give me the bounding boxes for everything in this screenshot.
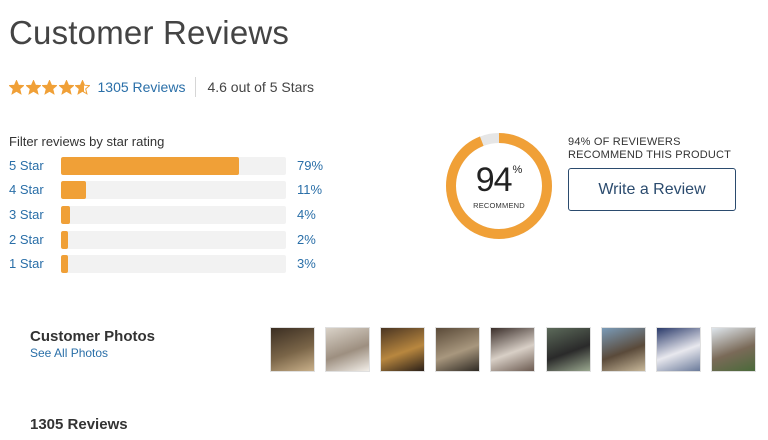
star-filter-percent[interactable]: 79% [297, 158, 323, 173]
star-filter-percent[interactable]: 11% [297, 182, 322, 197]
customer-photos-title: Customer Photos [30, 328, 156, 345]
customer-photo-thumbnail[interactable] [435, 327, 480, 372]
rating-bar-fill [61, 255, 68, 273]
summary-divider [195, 77, 197, 97]
reviews-count-heading: 1305 Reviews [30, 416, 128, 433]
star-filter-row-5[interactable]: 5 Star 79% [9, 157, 339, 175]
star-filter-percent[interactable]: 2% [297, 232, 316, 247]
recommend-text-line-1: 94% OF REVIEWERS [568, 136, 681, 148]
rating-bar-track[interactable] [61, 231, 286, 249]
see-all-photos-link[interactable]: See All Photos [30, 346, 108, 360]
star-icon [75, 79, 90, 95]
customer-photo-thumbnail[interactable] [711, 327, 756, 372]
rating-bar-track[interactable] [61, 206, 286, 224]
recommend-percent: 94% [444, 161, 554, 200]
rating-bar-track[interactable] [61, 181, 286, 199]
star-icon [42, 79, 57, 95]
star-icon [9, 79, 24, 95]
recommend-value: 94 [475, 161, 513, 199]
star-filter-row-4[interactable]: 4 Star 11% [9, 181, 339, 199]
recommend-text: 94% OF REVIEWERS RECOMMEND THIS PRODUCT [568, 136, 748, 162]
rating-bar-track[interactable] [61, 255, 286, 273]
star-filter-row-1[interactable]: 1 Star 3% [9, 255, 339, 273]
star-icon [25, 79, 41, 95]
customer-photo-thumbnail[interactable] [380, 327, 425, 372]
rating-bar-fill [61, 181, 86, 199]
star-filter-label[interactable]: 3 Star [9, 207, 44, 222]
page-title: Customer Reviews [9, 14, 290, 51]
recommend-percent-sign: % [512, 164, 523, 176]
review-count-link[interactable]: 1305 Reviews [98, 79, 186, 95]
rating-bar-fill [61, 206, 70, 224]
customer-photo-thumbnail[interactable] [490, 327, 535, 372]
write-review-button[interactable]: Write a Review [568, 168, 736, 211]
rating-summary: 1305 Reviews 4.6 out of 5 Stars [9, 77, 314, 97]
filter-title: Filter reviews by star rating [9, 134, 165, 149]
customer-photo-thumbnail[interactable] [546, 327, 591, 372]
customer-photo-thumbnail[interactable] [325, 327, 370, 372]
rating-text: 4.6 out of 5 Stars [207, 79, 315, 95]
rating-bar-fill [61, 231, 68, 249]
star-filter-row-3[interactable]: 3 Star 4% [9, 206, 339, 224]
customer-photo-thumbnail[interactable] [656, 327, 701, 372]
star-filter-percent[interactable]: 4% [297, 207, 316, 222]
customer-photo-thumbnail[interactable] [601, 327, 646, 372]
recommend-gauge: 94% RECOMMEND [444, 131, 554, 241]
star-icon [58, 79, 74, 95]
customer-photo-thumbnail[interactable] [270, 327, 315, 372]
star-rating [9, 79, 92, 95]
star-filter-label[interactable]: 4 Star [9, 182, 44, 197]
star-filter-label[interactable]: 2 Star [9, 232, 44, 247]
star-filter-label[interactable]: 5 Star [9, 158, 44, 173]
rating-bar-track[interactable] [61, 157, 286, 175]
star-filter-label[interactable]: 1 Star [9, 256, 44, 271]
star-filter-row-2[interactable]: 2 Star 2% [9, 231, 339, 249]
recommend-sub-label: RECOMMEND [473, 201, 525, 210]
rating-bar-fill [61, 157, 239, 175]
recommend-text-line-2: RECOMMEND THIS PRODUCT [568, 149, 732, 161]
star-filter-percent[interactable]: 3% [297, 256, 316, 271]
